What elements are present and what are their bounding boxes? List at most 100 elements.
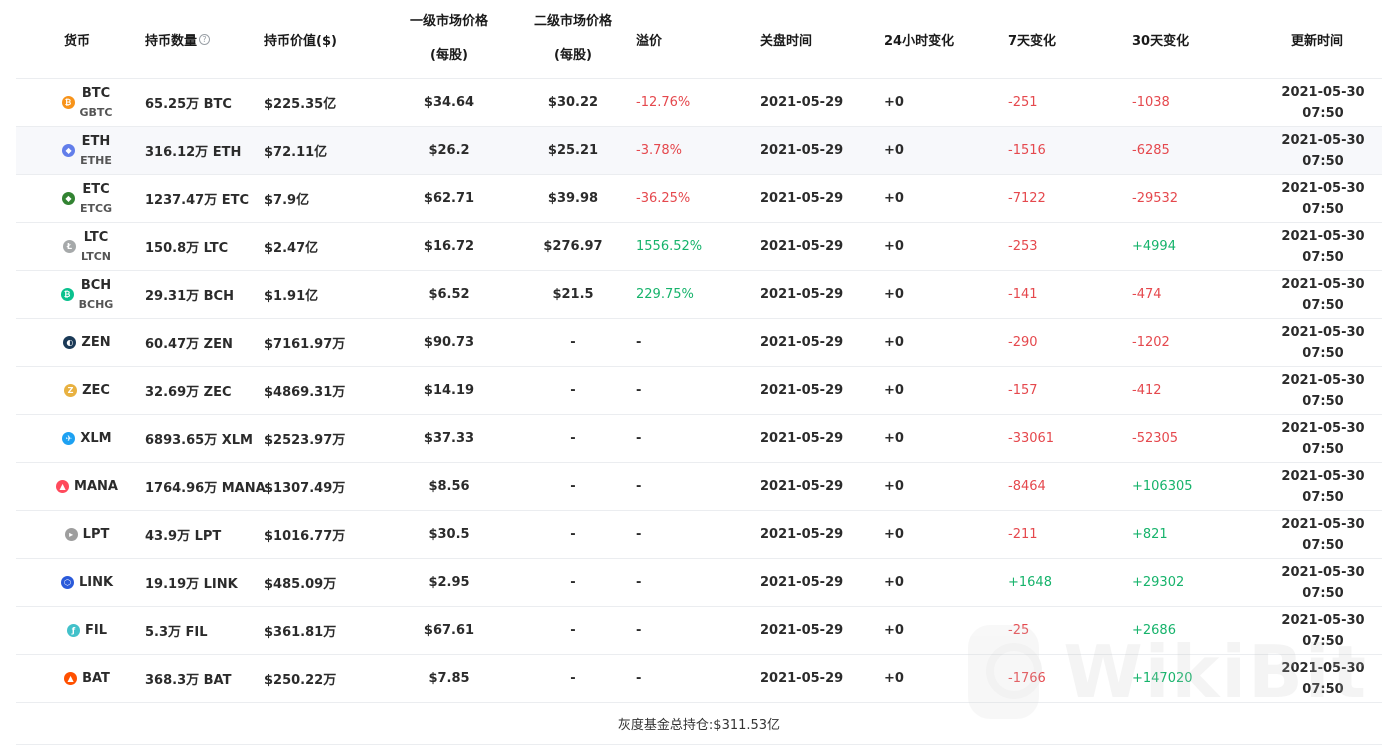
coin-label: XLM — [80, 429, 111, 448]
close-time-cell: 2021-05-29 — [760, 431, 844, 446]
table-row[interactable]: ⬡ LINK 19.19万 LINK $485.09万 $2.95 - - 2021-05-2… — [16, 559, 1382, 607]
coin-cell[interactable]: ✈ XLM — [32, 415, 142, 462]
update-time-cell: 2021-05-30 07:50 — [1248, 559, 1383, 606]
coin-cell[interactable]: ◆ ETH ETHE — [32, 127, 142, 174]
table-row[interactable]: ◐ ZEN 60.47万 ZEN $7161.97万 $90.73 - - 2021-05-2… — [16, 319, 1382, 367]
table-row[interactable]: ▸ LPT 43.9万 LPT $1016.77万 $30.5 - - 2021-05-29 +… — [16, 511, 1382, 559]
coin-cell[interactable]: ◐ ZEN — [32, 319, 142, 366]
coin-label: ZEC — [82, 381, 110, 400]
update-clock: 07:50 — [1302, 105, 1344, 121]
help-icon[interactable]: ? — [199, 33, 211, 45]
update-time-cell: 2021-05-30 07:50 — [1248, 463, 1383, 510]
close-time-cell: 2021-05-29 — [760, 191, 844, 206]
update-time-cell: 2021-05-30 07:50 — [1248, 127, 1383, 174]
coin-label: BAT — [82, 669, 110, 688]
table-row[interactable]: ₿ BCH BCHG 29.31万 BCH $1.91亿 $6.52 $21.5 229.75… — [16, 271, 1382, 319]
coin-symbol: BAT — [82, 671, 110, 686]
coin-label: LINK — [79, 573, 113, 592]
coin-symbol: LINK — [78, 575, 114, 590]
coin-cell[interactable]: ƒ FIL — [32, 607, 142, 654]
holdings-cell: 150.8万 LTC — [145, 241, 229, 256]
coin-label: BCH BCHG — [79, 276, 114, 314]
update-clock: 07:50 — [1302, 633, 1344, 649]
update-date: 2021-05-30 — [1281, 276, 1365, 292]
zcash-icon: Z — [64, 384, 78, 397]
table-row[interactable]: ◆ ETH ETHE 316.12万 ETH $72.11亿 $26.2 $25.21 -3.… — [16, 127, 1382, 175]
update-clock: 07:50 — [1302, 201, 1344, 217]
change-7d-cell: -33061 — [1008, 431, 1055, 446]
update-date: 2021-05-30 — [1281, 468, 1365, 484]
secondary-price-cell: $39.98 — [547, 191, 599, 206]
table-row[interactable]: ▲ MANA 1764.96万 MANA $1307.49万 $8.56 - - 2021-0… — [16, 463, 1382, 511]
value-cell: $1307.49万 — [264, 481, 346, 496]
holdings-cell: 1764.96万 MANA — [145, 481, 266, 496]
secondary-price-cell: - — [570, 479, 576, 494]
table-row[interactable]: ▲ BAT 368.3万 BAT $250.22万 $7.85 - - 2021-05-29 +… — [16, 655, 1382, 703]
change-7d-cell: -1766 — [1008, 671, 1046, 686]
update-time-cell: 2021-05-30 07:50 — [1248, 223, 1383, 270]
bitcoin-icon: ₿ — [61, 96, 75, 109]
premium-cell: - — [636, 335, 642, 350]
update-time-cell: 2021-05-30 07:50 — [1248, 319, 1383, 366]
premium-cell: -12.76% — [636, 95, 691, 110]
table-footer: 灰度基金总持仓:$311.53亿 — [16, 703, 1382, 745]
table-row[interactable]: ƒ FIL 5.3万 FIL $361.81万 $67.61 - - 2021-05-29 +0… — [16, 607, 1382, 655]
close-time-cell: 2021-05-29 — [760, 671, 844, 686]
close-time-cell: 2021-05-29 — [760, 287, 844, 302]
holdings-cell: 19.19万 LINK — [145, 577, 238, 592]
coin-cell[interactable]: ▲ MANA — [32, 463, 142, 510]
col-coin: 货币 — [64, 33, 91, 49]
close-time-cell: 2021-05-29 — [760, 143, 844, 158]
table-row[interactable]: Z ZEC 32.69万 ZEC $4869.31万 $14.19 - - 2021-05-2… — [16, 367, 1382, 415]
change-7d-cell: -290 — [1008, 335, 1038, 350]
update-time-cell: 2021-05-30 07:50 — [1248, 607, 1383, 654]
premium-cell: -36.25% — [636, 191, 691, 206]
ethereum-classic-icon: ◆ — [61, 192, 75, 205]
coin-cell[interactable]: ⬡ LINK — [32, 559, 142, 606]
value-cell: $485.09万 — [264, 577, 337, 592]
col-7d-change: 7天变化 — [1008, 33, 1057, 49]
value-cell: $4869.31万 — [264, 385, 346, 400]
holdings-cell: 5.3万 FIL — [145, 625, 208, 640]
coin-cell[interactable]: ₿ BCH BCHG — [32, 271, 142, 318]
coin-cell[interactable]: ◆ ETC ETCG — [32, 175, 142, 222]
primary-price-cell: $8.56 — [428, 479, 470, 494]
change-24h-cell: +0 — [884, 479, 904, 494]
table-row[interactable]: Ł LTC LTCN 150.8万 LTC $2.47亿 $16.72 $276.97 155… — [16, 223, 1382, 271]
coin-cell[interactable]: Z ZEC — [32, 367, 142, 414]
secondary-price-cell: $276.97 — [543, 239, 603, 254]
value-cell: $7.9亿 — [264, 193, 310, 208]
primary-price-cell: $26.2 — [428, 143, 470, 158]
change-24h-cell: +0 — [884, 95, 904, 110]
coin-cell[interactable]: ₿ BTC GBTC — [32, 79, 142, 126]
table-row[interactable]: ◆ ETC ETCG 1237.47万 ETC $7.9亿 $62.71 $39.98 -36… — [16, 175, 1382, 223]
col-holdings: 持币数量? — [145, 0, 211, 78]
update-date: 2021-05-30 — [1281, 324, 1365, 340]
secondary-price-cell: - — [570, 335, 576, 350]
change-24h-cell: +0 — [884, 671, 904, 686]
premium-cell: 1556.52% — [636, 239, 703, 254]
col-value: 持币价值($) — [264, 33, 337, 49]
secondary-price-cell: - — [570, 431, 576, 446]
change-7d-cell: -8464 — [1008, 479, 1046, 494]
coin-cell[interactable]: ▲ BAT — [32, 655, 142, 702]
primary-price-cell: $90.73 — [423, 335, 475, 350]
coin-cell[interactable]: ▸ LPT — [32, 511, 142, 558]
value-cell: $7161.97万 — [264, 337, 346, 352]
table-row[interactable]: ₿ BTC GBTC 65.25万 BTC $225.35亿 $34.64 $30.22 -1… — [16, 79, 1382, 127]
primary-price-cell: $30.5 — [428, 527, 470, 542]
change-7d-cell: +1648 — [1008, 575, 1052, 590]
table-row[interactable]: ✈ XLM 6893.65万 XLM $2523.97万 $37.33 - - 2021-05… — [16, 415, 1382, 463]
premium-cell: - — [636, 527, 642, 542]
value-cell: $1.91亿 — [264, 289, 319, 304]
coin-cell[interactable]: Ł LTC LTCN — [32, 223, 142, 270]
coin-symbol: ETC — [82, 181, 110, 197]
fund-ticker: ETCG — [79, 201, 113, 215]
change-24h-cell: +0 — [884, 623, 904, 638]
update-clock: 07:50 — [1302, 393, 1344, 409]
update-time-cell: 2021-05-30 07:50 — [1248, 271, 1383, 318]
change-30d-cell: +4994 — [1132, 239, 1176, 254]
coin-label: LPT — [83, 525, 110, 544]
value-cell: $1016.77万 — [264, 529, 346, 544]
holdings-cell: 368.3万 BAT — [145, 673, 232, 688]
